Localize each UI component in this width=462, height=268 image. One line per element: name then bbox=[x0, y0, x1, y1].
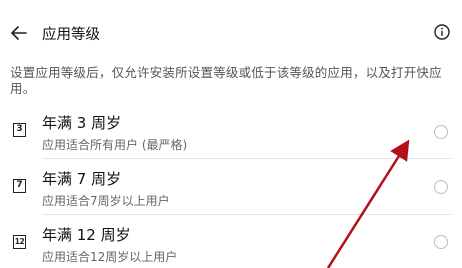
option-title: 年满 3 周岁 bbox=[42, 114, 122, 132]
radio-button[interactable] bbox=[434, 235, 448, 249]
app-rating-settings-page: 应用等级 设置应用等级后，仅允许安装所设置等级或低于该等级的应用，以及打开快应用… bbox=[0, 0, 462, 268]
option-age-3[interactable]: 3 年满 3 周岁 应用适合所有用户 (最严格) bbox=[0, 108, 462, 162]
description-text: 设置应用等级后，仅允许安装所设置等级或低于该等级的应用，以及打开快应用。 bbox=[10, 65, 442, 96]
option-subtitle: 应用适合12周岁以上用户 bbox=[42, 250, 178, 264]
header-bar: 应用等级 bbox=[0, 14, 462, 54]
divider bbox=[42, 214, 452, 215]
page-title: 应用等级 bbox=[42, 27, 100, 43]
divider bbox=[42, 158, 452, 159]
option-title: 年满 7 周岁 bbox=[42, 170, 122, 188]
info-icon[interactable] bbox=[434, 24, 450, 40]
option-age-12[interactable]: 12 年满 12 周岁 应用适合12周岁以上用户 bbox=[0, 220, 462, 268]
back-arrow-icon[interactable] bbox=[10, 24, 28, 42]
age-12-icon: 12 bbox=[13, 235, 26, 249]
age-3-icon: 3 bbox=[13, 123, 26, 137]
option-subtitle: 应用适合7周岁以上用户 bbox=[42, 194, 170, 208]
option-age-7[interactable]: 7 年满 7 周岁 应用适合7周岁以上用户 bbox=[0, 164, 462, 218]
option-subtitle: 应用适合所有用户 (最严格) bbox=[42, 138, 188, 152]
radio-button[interactable] bbox=[434, 180, 448, 194]
age-7-icon: 7 bbox=[13, 179, 26, 193]
radio-button[interactable] bbox=[434, 125, 448, 139]
option-title: 年满 12 周岁 bbox=[42, 226, 131, 244]
